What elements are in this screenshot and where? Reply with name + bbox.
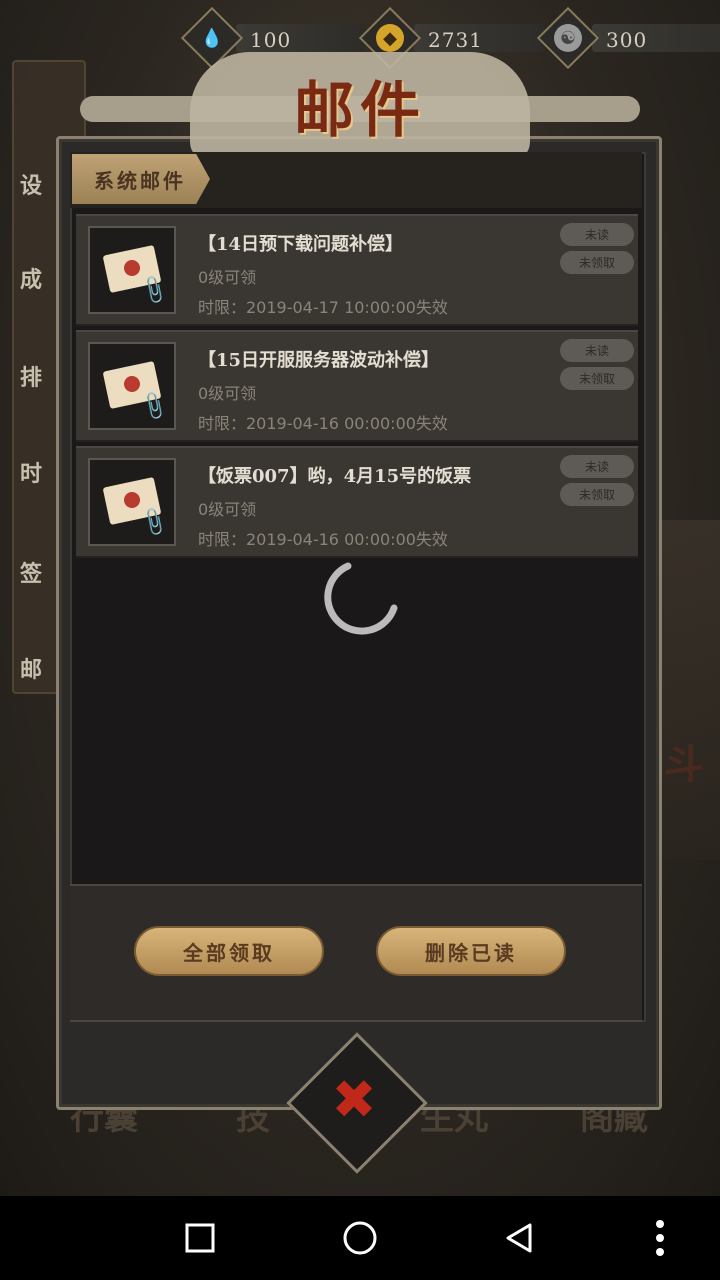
bg-menu-item: 成 (20, 267, 43, 293)
page-title: 邮件 (294, 76, 426, 146)
bg-menu-item: 签 (20, 561, 43, 587)
menu-button[interactable] (638, 1216, 682, 1260)
bg-menu-item: 设 (20, 173, 43, 199)
bg-menu-item: 排 (20, 365, 43, 391)
more-vert-icon (656, 1220, 664, 1256)
mail-thumbnail: 📎 (88, 342, 176, 430)
mail-subject: 【饭票007】哟，4月15号的饭票 (198, 466, 472, 487)
mail-thumbnail: 📎 (88, 458, 176, 546)
mail-subject: 【15日开服服务器波动补偿】 (198, 350, 440, 371)
mail-subject: 【14日预下载问题补偿】 (198, 234, 404, 255)
resource-value: 100 (250, 28, 292, 52)
bg-menu-item: 邮 (20, 657, 43, 683)
mail-level: 0级可领 (198, 384, 257, 403)
circle-icon (343, 1221, 377, 1255)
wax-seal-icon (124, 376, 140, 392)
leaf-drop-icon: 💧 (200, 27, 224, 49)
back-button[interactable] (498, 1216, 542, 1260)
jade-icon: ☯ (554, 24, 582, 52)
mail-expire: 时限：2019-04-16 00:00:00失效 (198, 414, 448, 433)
home-button[interactable] (338, 1216, 382, 1260)
mail-level: 0级可领 (198, 268, 257, 287)
mail-expire: 时限：2019-04-16 00:00:00失效 (198, 530, 448, 549)
close-icon[interactable]: ✖ (326, 1072, 382, 1128)
triangle-back-icon (506, 1223, 532, 1253)
mail-item[interactable]: 📎 【15日开服服务器波动补偿】 0级可领 时限：2019-04-16 00:0… (76, 330, 638, 442)
mail-level: 0级可领 (198, 500, 257, 519)
mail-item[interactable]: 📎 【饭票007】哟，4月15号的饭票 0级可领 时限：2019-04-16 0… (76, 446, 638, 558)
resource-value: 300 (606, 28, 648, 52)
resource-value: 2731 (428, 28, 483, 52)
square-icon (185, 1223, 215, 1253)
claim-all-button[interactable]: 全部领取 (134, 926, 324, 976)
tab-system-mail[interactable]: 系统邮件 (72, 154, 210, 204)
loading-spinner-icon (324, 562, 398, 635)
claim-status-badge: 未领取 (560, 367, 634, 390)
coin-icon: ◆ (376, 24, 404, 52)
recent-apps-button[interactable] (178, 1216, 222, 1260)
bg-right-char: 斗 (664, 741, 704, 788)
claim-status-badge: 未领取 (560, 251, 634, 274)
wax-seal-icon (124, 260, 140, 276)
delete-read-button[interactable]: 删除已读 (376, 926, 566, 976)
system-nav-bar (0, 1196, 720, 1280)
wax-seal-icon (124, 492, 140, 508)
bg-menu-item: 时 (20, 461, 43, 487)
mail-expire: 时限：2019-04-17 10:00:00失效 (198, 298, 448, 317)
mail-item[interactable]: 📎 【14日预下载问题补偿】 0级可领 时限：2019-04-17 10:00:… (76, 214, 638, 326)
claim-status-badge: 未领取 (560, 483, 634, 506)
read-status-badge: 未读 (560, 455, 634, 478)
mail-thumbnail: 📎 (88, 226, 176, 314)
read-status-badge: 未读 (560, 339, 634, 362)
read-status-badge: 未读 (560, 223, 634, 246)
